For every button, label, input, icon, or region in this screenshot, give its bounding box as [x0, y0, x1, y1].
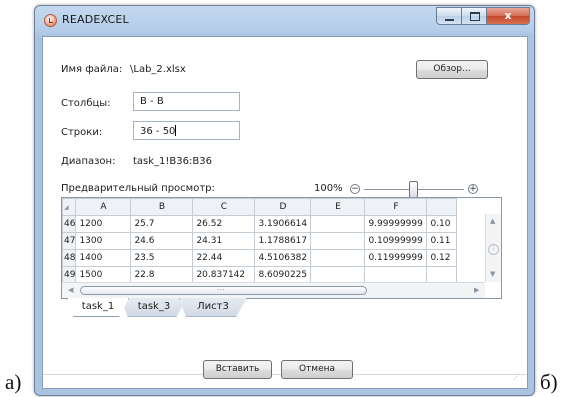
column-header-row: ◢ A B C D E F	[62, 198, 458, 216]
caption-buttons: x	[436, 7, 530, 26]
range-label: Диапазон:	[61, 156, 116, 167]
grid-cell[interactable]: 20.837142	[192, 266, 256, 284]
column-header[interactable]: A	[75, 198, 132, 216]
columns-input[interactable]: B - B	[133, 92, 240, 111]
scroll-thumb[interactable]: ⋮	[488, 244, 499, 255]
grid-cell[interactable]: 0.12	[426, 249, 458, 267]
dialog-body: Имя файла: \Lab_2.xlsx Обзор... Столбцы:…	[42, 36, 528, 389]
rows-input[interactable]: 36 - 50	[133, 121, 240, 140]
maximize-button[interactable]	[462, 7, 487, 25]
grid-cell[interactable]: 3.1906614	[254, 215, 312, 233]
figure-label-b: б)	[540, 370, 558, 394]
grid-cell[interactable]	[310, 232, 366, 250]
grid-cell[interactable]: 8.6090225	[254, 266, 312, 284]
grid-cell[interactable]: 22.44	[192, 249, 256, 267]
range-value: task_1!B36:B36	[133, 156, 212, 167]
columns-label: Столбцы:	[61, 98, 111, 109]
horizontal-scrollbar[interactable]: ◀ ... ▶	[62, 282, 485, 298]
row-number[interactable]: 46	[62, 215, 77, 233]
insert-button[interactable]: Вставить	[203, 360, 272, 379]
sheet-tab-task-3[interactable]: task_3	[121, 298, 187, 317]
column-header[interactable]: F	[364, 198, 428, 216]
minimize-icon	[445, 19, 454, 21]
file-name-label: Имя файла:	[61, 64, 123, 75]
minus-icon: −	[351, 184, 359, 194]
grid-cell[interactable]	[364, 266, 428, 284]
sheet-tab-list3[interactable]: Лист3	[179, 298, 247, 317]
row-number[interactable]: 47	[62, 232, 77, 250]
column-header[interactable]	[426, 198, 458, 216]
column-header[interactable]: E	[310, 198, 366, 216]
grid-cell[interactable]: 24.6	[130, 232, 194, 250]
table-row: 48 1400 23.5 22.44 4.5106382 0.11999999 …	[62, 249, 458, 267]
grid-cell[interactable]: 0.11	[426, 232, 458, 250]
text-caret	[175, 125, 177, 136]
preview-grid: ◢ A B C D E F 46 1200 25.7 26.52 3.19066…	[61, 197, 502, 299]
minimize-button[interactable]	[436, 7, 462, 25]
window-title: READEXCEL	[62, 13, 129, 26]
table-row: 49 1500 22.8 20.837142 8.6090225	[62, 266, 458, 284]
scroll-up-icon[interactable]: ▲	[490, 217, 495, 225]
preview-table: ◢ A B C D E F 46 1200 25.7 26.52 3.19066…	[62, 198, 458, 284]
horizontal-scroll-thumb[interactable]: ...	[80, 283, 367, 295]
grid-cell[interactable]: 23.5	[130, 249, 194, 267]
close-icon: x	[504, 9, 512, 22]
column-header[interactable]: B	[130, 198, 194, 216]
zoom-percent: 100%	[314, 183, 343, 194]
grid-cell[interactable]: 1300	[75, 232, 132, 250]
table-row: 47 1300 24.6 24.31 1.1788617 0.10999999 …	[62, 232, 458, 250]
grid-cell[interactable]: 1200	[75, 215, 132, 233]
preview-label: Предварительный просмотр:	[61, 183, 215, 194]
grid-cell[interactable]: 1500	[75, 266, 132, 284]
resize-grip-icon[interactable]: ⋰	[513, 373, 520, 381]
grid-cell[interactable]	[310, 266, 366, 284]
scroll-down-icon[interactable]: ▼	[490, 270, 495, 278]
grid-cell[interactable]	[310, 215, 366, 233]
grid-cell[interactable]: 24.31	[192, 232, 256, 250]
grid-cell[interactable]: 4.5106382	[254, 249, 312, 267]
grid-cell[interactable]: 22.8	[130, 266, 194, 284]
plus-icon: +	[469, 184, 477, 194]
grid-cell[interactable]: 9.99999999	[364, 215, 428, 233]
grid-cell[interactable]: 0.10	[426, 215, 458, 233]
browse-button[interactable]: Обзор...	[416, 60, 488, 79]
row-number[interactable]: 48	[62, 249, 77, 267]
grid-cell[interactable]: 25.7	[130, 215, 194, 233]
grid-cell[interactable]: 26.52	[192, 215, 256, 233]
sheet-tab-task-1[interactable]: task_1	[67, 298, 129, 317]
zoom-out-button[interactable]: −	[350, 184, 360, 194]
table-row: 46 1200 25.7 26.52 3.1906614 9.99999999 …	[62, 215, 458, 233]
cancel-button[interactable]: Отмена	[281, 360, 353, 379]
scroll-right-icon[interactable]: ▶	[474, 286, 479, 294]
grid-cell[interactable]: 1.1788617	[254, 232, 312, 250]
app-icon	[44, 14, 57, 27]
grid-cell[interactable]: 0.11999999	[364, 249, 428, 267]
scroll-left-icon[interactable]: ◀	[68, 286, 73, 294]
close-button[interactable]: x	[487, 7, 530, 25]
title-bar[interactable]: READEXCEL x	[35, 6, 534, 36]
figure-label-a: а)	[5, 370, 22, 394]
grid-cell[interactable]	[426, 266, 458, 284]
zoom-slider-thumb[interactable]	[409, 181, 418, 198]
grid-cell[interactable]: 1400	[75, 249, 132, 267]
vertical-scrollbar[interactable]: ▲ ⋮ ▼	[485, 214, 501, 282]
grid-cell[interactable]	[310, 249, 366, 267]
rows-label: Строки:	[61, 127, 103, 138]
grid-cell[interactable]: 0.10999999	[364, 232, 428, 250]
column-header[interactable]: D	[254, 198, 312, 216]
row-number[interactable]: 49	[62, 266, 77, 284]
column-header[interactable]: C	[192, 198, 256, 216]
maximize-icon	[470, 12, 480, 21]
readexcel-window: READEXCEL x Имя файла: \Lab_2.xlsx Обзор…	[34, 5, 535, 396]
thumb-grip: ...	[217, 283, 225, 292]
select-all-corner[interactable]: ◢	[62, 198, 77, 216]
file-name-value: \Lab_2.xlsx	[130, 64, 186, 75]
zoom-in-button[interactable]: +	[468, 184, 478, 194]
